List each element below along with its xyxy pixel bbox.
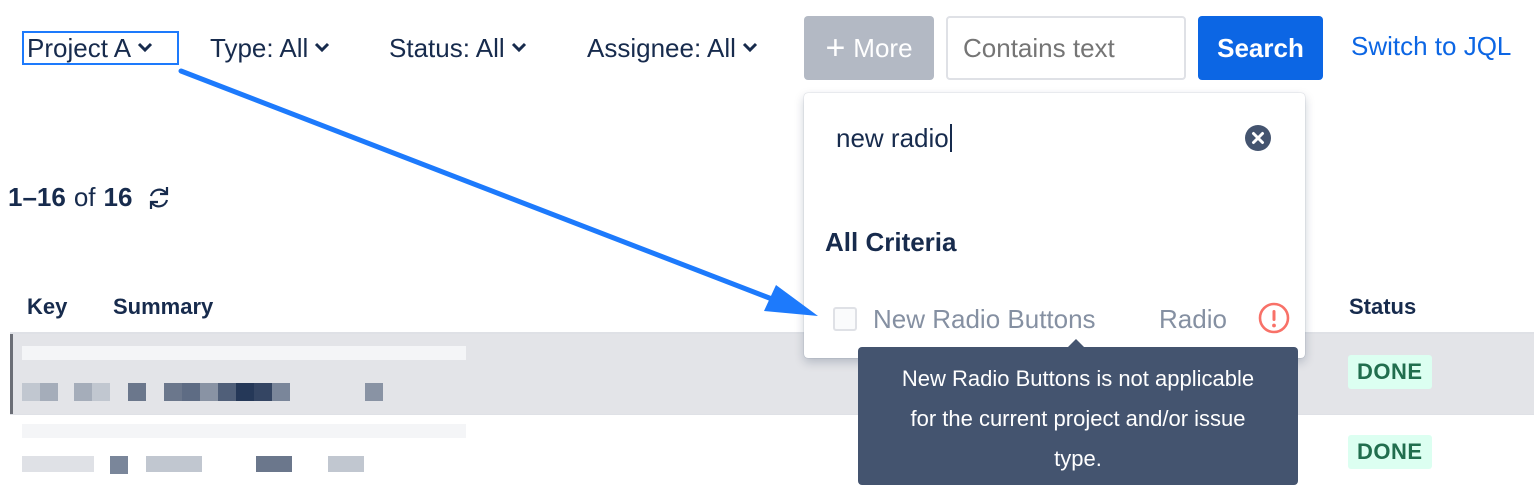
status-filter-label: Status: All xyxy=(389,32,505,63)
status-badge: DONE xyxy=(1348,435,1432,469)
chevron-down-icon xyxy=(742,42,757,53)
more-button[interactable]: + More xyxy=(804,16,934,80)
issue-search-screen: Project A Type: All Status: All Assignee… xyxy=(0,0,1534,490)
criteria-option-type: Radio xyxy=(1159,304,1227,334)
status-badge: DONE xyxy=(1348,355,1432,389)
switch-to-jql-link[interactable]: Switch to JQL xyxy=(1351,31,1511,62)
criteria-option-new-radio-buttons[interactable]: New Radio Buttons Radio xyxy=(804,298,1305,338)
column-header-status[interactable]: Status xyxy=(1349,294,1416,320)
text-cursor xyxy=(949,124,952,152)
warning-icon[interactable] xyxy=(1258,302,1290,334)
project-filter[interactable]: Project A xyxy=(22,31,179,65)
more-button-label: More xyxy=(853,32,913,63)
row-divider xyxy=(10,414,1534,415)
result-range: 1–16 xyxy=(8,182,66,212)
contains-text-input[interactable] xyxy=(946,16,1186,80)
status-filter[interactable]: Status: All xyxy=(389,31,527,65)
type-filter[interactable]: Type: All xyxy=(210,31,330,65)
criteria-search-value: new radio xyxy=(836,123,949,153)
plus-icon: + xyxy=(825,29,846,67)
type-filter-label: Type: All xyxy=(210,32,309,63)
result-count: 1–16 of 16 xyxy=(8,182,172,213)
assignee-filter-label: Assignee: All xyxy=(587,32,736,63)
criteria-option-label: New Radio Buttons xyxy=(873,304,1096,334)
criteria-checkbox[interactable] xyxy=(833,307,857,331)
search-button[interactable]: Search xyxy=(1198,16,1323,80)
tooltip-line: New Radio Buttons is not applicable xyxy=(901,366,1255,391)
chevron-down-icon xyxy=(138,42,153,53)
result-total: 16 xyxy=(103,182,133,212)
column-header-key[interactable]: Key xyxy=(27,294,67,320)
not-applicable-tooltip: New Radio Buttons is not applicable for … xyxy=(858,347,1298,485)
search-button-label: Search xyxy=(1217,32,1304,63)
chevron-down-icon xyxy=(315,42,330,53)
redacted-text xyxy=(22,424,466,438)
redacted-text xyxy=(22,346,466,360)
criteria-search-input[interactable]: new radio xyxy=(836,123,952,154)
all-criteria-heading: All Criteria xyxy=(825,227,957,257)
result-of-label: of xyxy=(73,182,96,212)
refresh-icon[interactable] xyxy=(146,185,172,211)
more-criteria-dropdown: new radio All Criteria New Radio Buttons… xyxy=(804,93,1305,358)
column-header-summary[interactable]: Summary xyxy=(113,294,213,320)
chevron-down-icon xyxy=(511,42,526,53)
tooltip-line: for the current project and/or issue xyxy=(910,406,1246,431)
assignee-filter[interactable]: Assignee: All xyxy=(587,31,758,65)
tooltip-line: type. xyxy=(1054,446,1102,471)
project-filter-label: Project A xyxy=(27,32,132,63)
clear-icon[interactable] xyxy=(1244,124,1272,152)
